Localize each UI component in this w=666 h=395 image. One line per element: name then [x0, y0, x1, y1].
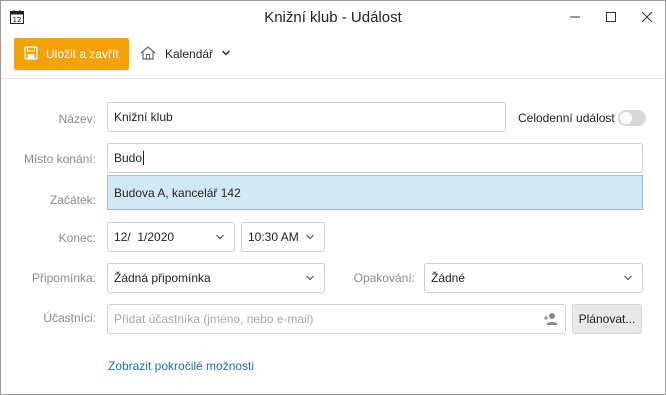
all-day-label: Celodenní událost: [518, 111, 615, 125]
calendar-label: Kalendář: [165, 47, 214, 61]
add-person-icon[interactable]: [543, 312, 559, 329]
text-caret: [143, 151, 145, 165]
repeat-value: Žádné: [431, 271, 466, 285]
chevron-down-icon: [306, 275, 314, 281]
chevron-down-icon: [306, 234, 314, 240]
end-date-picker[interactable]: 12/ 1/2020: [107, 222, 235, 252]
repeat-label: Opakování:: [353, 271, 415, 285]
repeat-select[interactable]: Žádné: [424, 263, 643, 293]
toolbar: Uložit a zavřít Kalendář: [1, 33, 665, 79]
location-input[interactable]: Budo: [107, 143, 643, 173]
attendees-label: Účastníci:: [43, 311, 96, 325]
calendar-selector[interactable]: Kalendář: [139, 38, 231, 70]
toggle-knob: [620, 112, 632, 124]
start-label: Začátek:: [49, 193, 96, 207]
maximize-icon: [606, 12, 616, 22]
attendees-placeholder: Přidat účastníka (jméno, nebo e-mail): [114, 312, 314, 326]
location-suggestion-item[interactable]: Budova A, kancelář 142: [107, 175, 643, 210]
save-icon: [24, 45, 38, 63]
name-value: Knižní klub: [114, 110, 173, 124]
close-icon: [641, 11, 653, 23]
attendees-input[interactable]: Přidat účastníka (jméno, nebo e-mail): [107, 304, 566, 334]
title-bar: 12 Knižní klub - Událost: [1, 1, 665, 33]
maximize-button[interactable]: [593, 1, 629, 33]
location-label: Místo konání:: [23, 152, 96, 166]
save-and-close-button[interactable]: Uložit a zavřít: [14, 38, 129, 70]
all-day-toggle[interactable]: [618, 110, 646, 126]
chevron-down-icon: [624, 275, 632, 281]
minimize-button[interactable]: [557, 1, 593, 33]
location-value: Budo: [114, 151, 143, 165]
end-time-picker[interactable]: 10:30 AM: [241, 222, 325, 252]
reminder-value: Žádná připomínka: [114, 271, 211, 285]
minimize-icon: [570, 16, 580, 18]
end-date-value: 12/ 1/2020: [114, 230, 175, 244]
chevron-down-icon: [216, 234, 224, 240]
close-button[interactable]: [629, 1, 665, 33]
show-advanced-options-link[interactable]: Zobrazit pokročilé možnosti: [108, 359, 254, 373]
chevron-down-icon: [221, 47, 231, 61]
reminder-label: Připomínka:: [31, 271, 96, 285]
save-and-close-label: Uložit a zavřít: [46, 47, 119, 61]
location-suggestion-text: Budova A, kancelář 142: [114, 185, 241, 200]
event-window: 12 Knižní klub - Událost Uložit a zavřít: [0, 0, 666, 395]
name-input[interactable]: Knižní klub: [107, 102, 506, 132]
end-label: Konec:: [58, 231, 96, 245]
end-time-value: 10:30 AM: [248, 230, 299, 244]
name-label: Název:: [58, 112, 96, 126]
schedule-button[interactable]: Plánovat...: [572, 304, 642, 334]
home-icon: [139, 45, 157, 64]
reminder-select[interactable]: Žádná připomínka: [107, 263, 325, 293]
